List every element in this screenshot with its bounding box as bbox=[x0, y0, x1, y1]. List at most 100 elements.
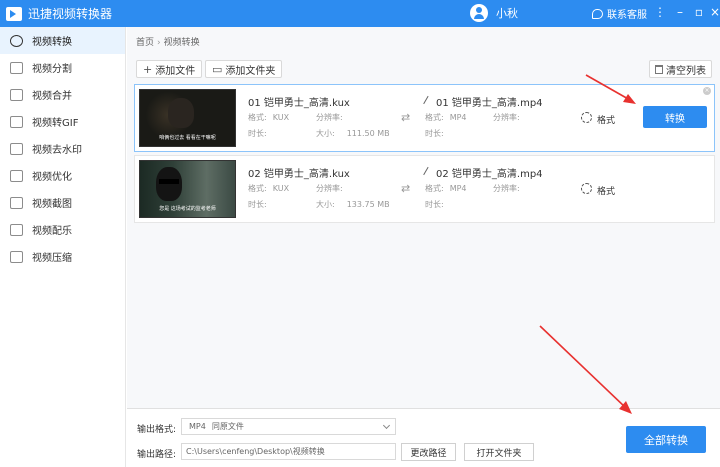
source-format: 格式: KUX bbox=[248, 184, 290, 193]
sidebar-item-video-merge[interactable]: 视频合并 bbox=[0, 81, 125, 108]
source-file-name: 02 铠甲勇士_高清.kux bbox=[248, 169, 350, 180]
output-format: 格式: MP4 bbox=[425, 184, 467, 193]
convert-all-button[interactable]: 全部转换 bbox=[626, 426, 706, 453]
sidebar-item-label: 视频截图 bbox=[32, 199, 72, 210]
edit-icon[interactable] bbox=[423, 95, 434, 108]
thumbnail-subtitle: 咱俩也过去 看看在干嘛呢 bbox=[159, 135, 216, 141]
thumbnail-subtitle: 您是 这场考试的监考老师 bbox=[159, 206, 216, 212]
sidebar-item-watermark[interactable]: 视频去水印 bbox=[0, 135, 125, 162]
sidebar-item-label: 视频压缩 bbox=[32, 253, 72, 264]
output-format-sub: 同原文件 bbox=[211, 422, 244, 431]
sidebar-item-screenshot[interactable]: 视频截图 bbox=[0, 189, 125, 216]
video-thumbnail: 咱俩也过去 看看在干嘛呢 bbox=[139, 89, 236, 147]
breadcrumb-separator-icon: › bbox=[157, 38, 161, 48]
edit-icon[interactable] bbox=[423, 166, 434, 179]
chevron-down-icon bbox=[382, 421, 391, 430]
sidebar-item-label: 视频分割 bbox=[32, 64, 72, 75]
remove-file-icon[interactable]: × bbox=[703, 87, 711, 95]
sidebar-item-label: 视频转换 bbox=[32, 37, 72, 48]
output-duration: 时长: bbox=[425, 200, 444, 209]
settings-icon[interactable] bbox=[581, 112, 592, 123]
source-resolution: 分辨率: bbox=[316, 113, 343, 122]
avatar[interactable] bbox=[470, 4, 488, 22]
shuffle-icon: ⇄ bbox=[401, 111, 411, 124]
source-resolution: 分辨率: bbox=[316, 184, 343, 193]
watermark-icon bbox=[10, 142, 23, 155]
source-format: 格式: KUX bbox=[248, 113, 290, 122]
settings-icon[interactable] bbox=[581, 183, 592, 194]
file-row[interactable]: 咱俩也过去 看看在干嘛呢 01 铠甲勇士_高清.kux 格式: KUX 分辨率: … bbox=[134, 84, 715, 152]
output-settings-bar: 输出格式: MP4 同原文件 输出路径: C:\Users\cenfeng\De… bbox=[127, 408, 720, 467]
source-size: 大小: 111.50 MB bbox=[316, 129, 390, 138]
close-icon[interactable]: × bbox=[708, 5, 720, 19]
sidebar-item-music[interactable]: 视频配乐 bbox=[0, 216, 125, 243]
music-icon bbox=[10, 223, 23, 236]
shuffle-icon: ⇄ bbox=[401, 182, 411, 195]
format-settings-label[interactable]: 格式 bbox=[597, 113, 615, 126]
sidebar-item-video-split[interactable]: 视频分割 bbox=[0, 54, 125, 81]
compress-icon bbox=[10, 250, 23, 263]
output-format: 格式: MP4 bbox=[425, 113, 467, 122]
convert-button[interactable]: 转换 bbox=[643, 106, 707, 128]
optimize-icon bbox=[10, 169, 23, 182]
source-duration: 时长: bbox=[248, 200, 267, 209]
sidebar-item-label: 视频配乐 bbox=[32, 226, 72, 237]
add-folder-button[interactable]: ▭ 添加文件夹 bbox=[205, 60, 283, 78]
maximize-icon[interactable]: ▫ bbox=[692, 5, 706, 19]
clear-list-label: 清空列表 bbox=[666, 65, 706, 77]
chat-icon bbox=[592, 8, 603, 19]
format-settings-label[interactable]: 格式 bbox=[597, 184, 615, 197]
output-resolution: 分辨率: bbox=[493, 184, 520, 193]
video-split-icon bbox=[10, 61, 23, 74]
sidebar-item-label: 视频转GIF bbox=[32, 118, 79, 129]
file-row[interactable]: 您是 这场考试的监考老师 02 铠甲勇士_高清.kux 格式: KUX 分辨率: … bbox=[134, 155, 715, 223]
output-format-select[interactable]: MP4 同原文件 bbox=[181, 418, 396, 435]
video-thumbnail: 您是 这场考试的监考老师 bbox=[139, 160, 236, 218]
user-profile[interactable]: 小秋 bbox=[470, 4, 518, 22]
output-format-label: 输出格式: bbox=[137, 425, 177, 435]
sidebar-item-video-gif[interactable]: 视频转GIF bbox=[0, 108, 125, 135]
support-label: 联系客服 bbox=[607, 10, 647, 21]
add-file-label: 添加文件 bbox=[155, 65, 196, 77]
open-folder-button[interactable]: 打开文件夹 bbox=[464, 443, 534, 461]
breadcrumb-home[interactable]: 首页 bbox=[136, 38, 154, 48]
clear-list-button[interactable]: 清空列表 bbox=[649, 60, 712, 78]
add-folder-label: 添加文件夹 bbox=[225, 65, 276, 77]
plus-icon: + bbox=[143, 62, 153, 76]
support-link[interactable]: 联系客服 bbox=[592, 6, 647, 21]
output-resolution: 分辨率: bbox=[493, 113, 520, 122]
folder-icon: ▭ bbox=[212, 62, 223, 76]
add-file-button[interactable]: + 添加文件 bbox=[136, 60, 203, 78]
sidebar-item-video-convert[interactable]: 视频转换 bbox=[0, 27, 125, 54]
source-file-name: 01 铠甲勇士_高清.kux bbox=[248, 98, 350, 109]
username[interactable]: 小秋 bbox=[496, 5, 518, 21]
trash-icon bbox=[655, 64, 663, 74]
source-duration: 时长: bbox=[248, 129, 267, 138]
source-size: 大小: 133.75 MB bbox=[316, 200, 390, 209]
output-path-field[interactable]: C:\Users\cenfeng\Desktop\视频转换 bbox=[181, 443, 396, 460]
output-format-value: MP4 bbox=[189, 422, 206, 431]
menu-icon[interactable]: ⋮ bbox=[653, 5, 667, 19]
sidebar-item-label: 视频合并 bbox=[32, 91, 72, 102]
screenshot-icon bbox=[10, 196, 23, 209]
output-path-label: 输出路径: bbox=[137, 450, 177, 460]
minimize-icon[interactable]: – bbox=[673, 5, 687, 19]
app-logo-icon bbox=[6, 6, 22, 21]
sidebar-item-label: 视频优化 bbox=[32, 172, 72, 183]
video-merge-icon bbox=[10, 88, 23, 101]
main-panel: 首页 › 视频转换 + 添加文件 ▭ 添加文件夹 清空列表 咱俩也过去 看看在干嘛呢… bbox=[127, 27, 720, 467]
app-title: 迅捷视频转换器 bbox=[28, 7, 113, 21]
output-duration: 时长: bbox=[425, 129, 444, 138]
sidebar-item-optimize[interactable]: 视频优化 bbox=[0, 162, 125, 189]
breadcrumb-current: 视频转换 bbox=[163, 38, 200, 48]
breadcrumb: 首页 › 视频转换 bbox=[136, 35, 200, 48]
title-bar: 迅捷视频转换器 小秋 联系客服 ⋮ – ▫ × bbox=[0, 0, 720, 27]
video-convert-icon bbox=[10, 34, 23, 47]
gif-icon bbox=[10, 115, 23, 128]
sidebar-item-compress[interactable]: 视频压缩 bbox=[0, 243, 125, 270]
output-file-name[interactable]: 01 铠甲勇士_高清.mp4 bbox=[423, 94, 543, 109]
output-file-name[interactable]: 02 铠甲勇士_高清.mp4 bbox=[423, 165, 543, 180]
sidebar-item-label: 视频去水印 bbox=[32, 145, 82, 156]
change-path-button[interactable]: 更改路径 bbox=[401, 443, 456, 461]
sidebar: 视频转换 视频分割 视频合并 视频转GIF 视频去水印 视频优化 视频截图 视频… bbox=[0, 27, 126, 467]
